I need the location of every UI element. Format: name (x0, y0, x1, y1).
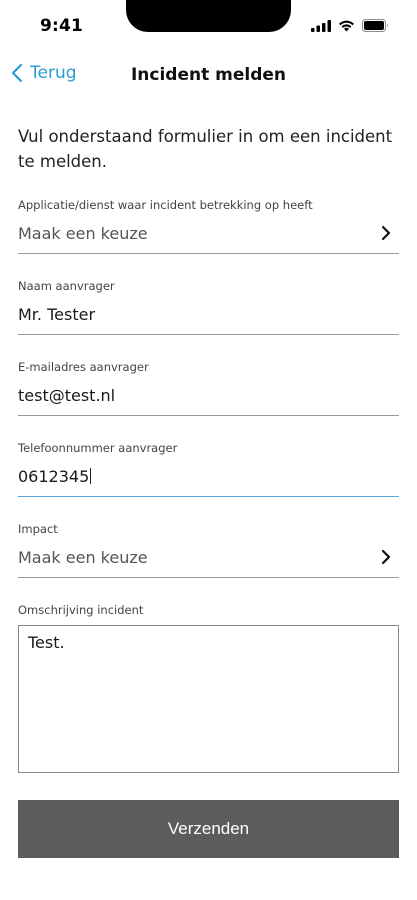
phone-field[interactable]: Telefoonnummer aanvrager 0612345 (18, 441, 399, 499)
application-label: Applicatie/dienst waar incident betrekki… (18, 198, 313, 212)
email-value: test@test.nl (18, 386, 116, 405)
description-label-wrap: Omschrijving incident (18, 603, 399, 619)
email-label: E-mailadres aanvrager (18, 360, 149, 374)
phone-value-wrap: 0612345 (18, 467, 92, 486)
intro-text: Vul onderstaand formulier in om een inci… (18, 127, 393, 171)
impact-value: Maak een keuze (18, 548, 148, 567)
email-underline (18, 415, 399, 416)
signal-icon (311, 19, 331, 32)
impact-select[interactable]: Impact Maak een keuze (18, 522, 399, 580)
name-field[interactable]: Naam aanvrager Mr. Tester (18, 279, 399, 337)
application-select[interactable]: Applicatie/dienst waar incident betrekki… (18, 198, 399, 256)
impact-underline (18, 577, 399, 578)
phone-underline (18, 496, 399, 497)
application-value: Maak een keuze (18, 224, 148, 243)
status-bar: 9:41 (0, 0, 417, 52)
device-notch (126, 0, 291, 32)
chevron-right-icon (381, 549, 391, 565)
text-cursor (90, 468, 92, 484)
phone-label: Telefoonnummer aanvrager (18, 441, 178, 455)
name-value: Mr. Tester (18, 305, 96, 324)
description-textarea[interactable]: Test. (18, 625, 399, 773)
name-label: Naam aanvrager (18, 279, 115, 293)
description-label: Omschrijving incident (18, 603, 144, 617)
status-time: 9:41 (40, 16, 84, 36)
email-field[interactable]: E-mailadres aanvrager test@test.nl (18, 360, 399, 418)
submit-button[interactable]: Verzenden (18, 800, 399, 858)
impact-label: Impact (18, 522, 58, 536)
page-title: Incident melden (130, 65, 287, 85)
chevron-right-icon (381, 225, 391, 241)
nav-bar: Terug Incident melden (0, 56, 417, 96)
application-underline (18, 253, 399, 254)
name-underline (18, 334, 399, 335)
wifi-icon (339, 20, 354, 31)
battery-icon (362, 19, 388, 32)
description-value: Test. (28, 633, 65, 652)
status-icons (311, 19, 389, 32)
phone-value: 0612345 (18, 467, 90, 486)
